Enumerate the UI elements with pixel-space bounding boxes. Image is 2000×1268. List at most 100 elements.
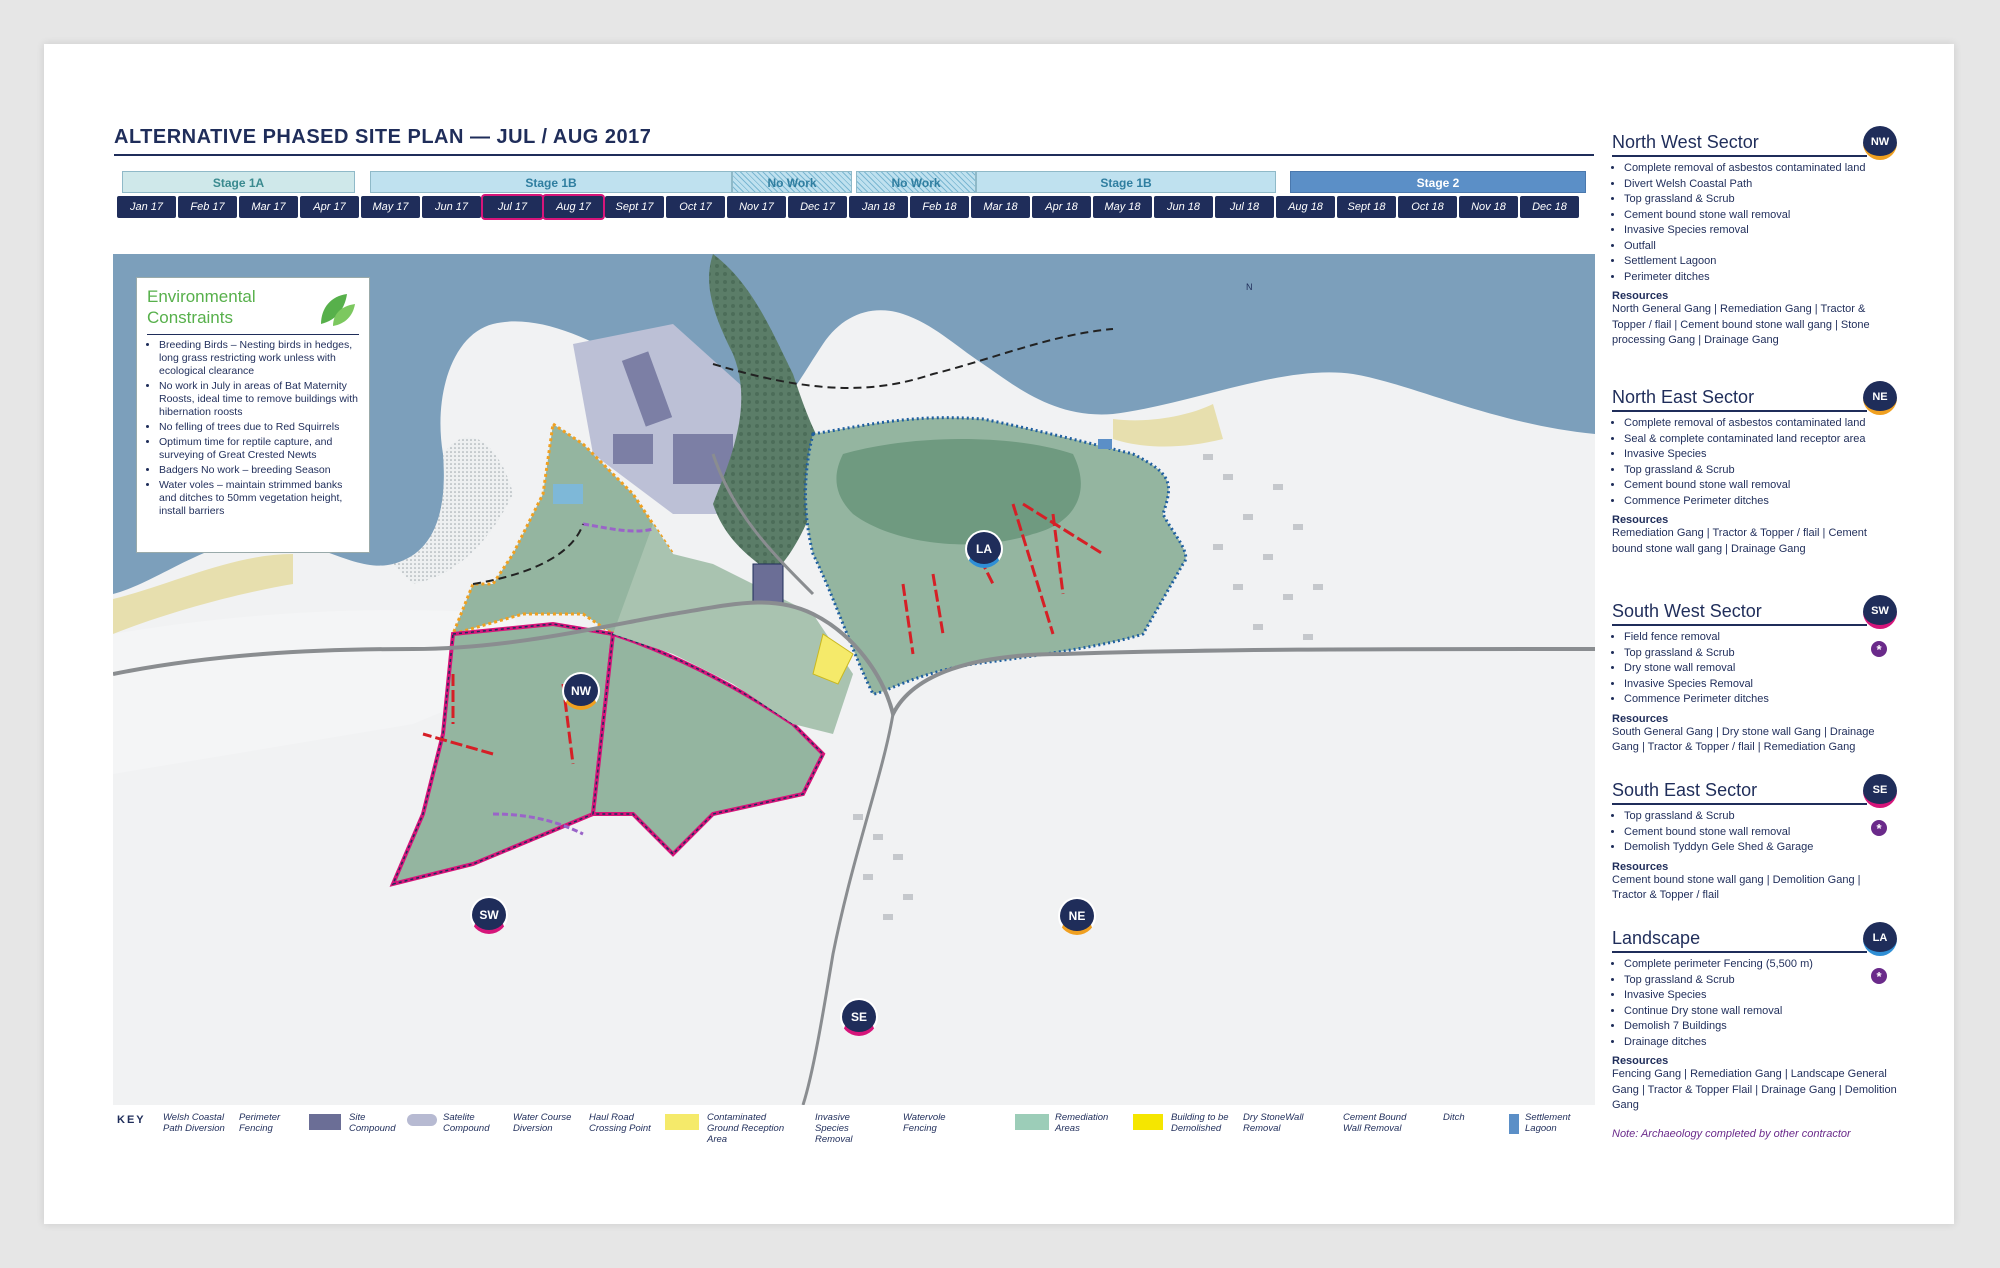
sector-task: Field fence removal [1624, 630, 1897, 646]
sector-badge-sw: SW [1863, 595, 1897, 629]
key-dry-stone-wall: Dry StoneWall Removal [1243, 1112, 1304, 1134]
building-demolish-icon [1133, 1114, 1163, 1130]
sector-divider [1612, 410, 1867, 412]
title-divider [114, 154, 1594, 156]
sector-task: Invasive Species removal [1624, 223, 1897, 239]
key-ditch: Ditch [1443, 1112, 1465, 1123]
sector-task: Complete removal of asbestos contaminate… [1624, 416, 1897, 432]
key-watervole: Watervole Fencing [903, 1112, 946, 1134]
site-compound-icon [309, 1114, 341, 1130]
stage-1b-2018: Stage 1B [976, 171, 1276, 193]
month-cell: Aug 18 [1276, 196, 1335, 218]
sector-task: Commence Perimeter ditches [1624, 494, 1897, 510]
env-item: Breeding Birds – Nesting birds in hedges… [159, 339, 359, 378]
env-title: Environmental Constraints [147, 287, 256, 327]
key-haul-road: Haul Road Crossing Point [589, 1112, 651, 1134]
badge-la[interactable]: LA [965, 530, 1003, 568]
month-cell: Apr 18 [1032, 196, 1091, 218]
sector-task: Invasive Species Removal [1624, 677, 1897, 693]
env-item: Optimum time for reptile capture, and su… [159, 436, 359, 462]
key-cement-bound: Cement Bound Wall Removal [1343, 1112, 1407, 1134]
month-cell: Jan 18 [849, 196, 908, 218]
satellite-compound-icon [407, 1114, 437, 1126]
month-cell: Sept 18 [1337, 196, 1396, 218]
sector-task: Continue Dry stone wall removal [1624, 1004, 1897, 1020]
month-cell: Mar 17 [239, 196, 298, 218]
sector-task-list: Field fence removal Top grassland & Scru… [1612, 630, 1897, 708]
env-item: No felling of trees due to Red Squirrels [159, 421, 359, 434]
env-item: No work in July in areas of Bat Maternit… [159, 380, 359, 419]
key-invasive: Invasive Species Removal [815, 1112, 853, 1145]
month-cell: May 18 [1093, 196, 1152, 218]
key-building-demolished: Building to be Demolished [1171, 1112, 1229, 1134]
sector-task: Demolish 7 Buildings [1624, 1019, 1897, 1035]
sector-task: Top grassland & Scrub [1624, 463, 1897, 479]
key-settlement-lagoon: Settlement Lagoon [1525, 1112, 1571, 1134]
sector-badge-nw: NW [1863, 126, 1897, 160]
env-item: Badgers No work – breeding Season [159, 464, 359, 477]
resources-heading: Resources [1612, 290, 1669, 302]
month-cell: Sept 17 [605, 196, 664, 218]
month-cell-current: Aug 17 [544, 196, 603, 218]
key-site-compound: Site Compound [349, 1112, 396, 1134]
sector-badge-ne: NE [1863, 381, 1897, 415]
month-cell-current: Jul 17 [483, 196, 542, 218]
sector-divider [1612, 951, 1867, 953]
sector-north-west: North West Sector NW Complete removal of… [1612, 126, 1897, 349]
sector-task: Dry stone wall removal [1624, 661, 1897, 677]
site-compound [752, 563, 784, 605]
sector-task: Top grassland & Scrub [1624, 646, 1897, 662]
settlement-lagoon [1098, 439, 1112, 449]
stage-1a: Stage 1A [122, 171, 355, 193]
key-contaminated: Contaminated Ground Reception Area [707, 1112, 785, 1145]
resources-text: South General Gang | Dry stone wall Gang… [1612, 725, 1875, 754]
contaminated-ground-icon [665, 1114, 699, 1130]
environmental-constraints-panel: Environmental Constraints Breeding Birds… [136, 277, 370, 553]
sector-badge-la: LA [1863, 922, 1897, 956]
sector-task: Complete removal of asbestos contaminate… [1624, 161, 1897, 177]
sector-title: South East Sector [1612, 780, 1758, 800]
sector-divider [1612, 803, 1867, 805]
sector-landscape: Landscape LA * Complete perimeter Fencin… [1612, 922, 1897, 1114]
sector-task: Cement bound stone wall removal [1624, 208, 1897, 224]
stage-2: Stage 2 [1290, 171, 1586, 193]
archaeology-asterisk-icon: * [1871, 968, 1887, 984]
sector-task: Invasive Species [1624, 988, 1897, 1004]
env-list: Breeding Birds – Nesting birds in hedges… [147, 339, 359, 518]
sector-task: Divert Welsh Coastal Path [1624, 177, 1897, 193]
sector-task: Top grassland & Scrub [1624, 973, 1897, 989]
sector-task: Commence Perimeter ditches [1624, 692, 1897, 708]
badge-nw[interactable]: NW [562, 672, 600, 710]
resources-heading: Resources [1612, 860, 1669, 873]
north-arrow: N [1246, 282, 1253, 292]
key-coastal-path: Welsh Coastal Path Diversion [163, 1112, 225, 1134]
key-water-course: Water Course Diversion [513, 1112, 572, 1134]
month-cell: Apr 17 [300, 196, 359, 218]
badge-sw[interactable]: SW [470, 896, 508, 934]
sector-south-east: South East Sector SE * Top grassland & S… [1612, 774, 1897, 904]
resources-text: North General Gang | Remediation Gang | … [1612, 303, 1870, 346]
badge-se[interactable]: SE [840, 998, 878, 1036]
sector-badge-se: SE [1863, 774, 1897, 808]
sector-title: Landscape [1612, 928, 1701, 948]
resources-text: Remediation Gang | Tractor & Topper / fl… [1612, 527, 1867, 555]
sector-task-list: Complete perimeter Fencing (5,500 m) Top… [1612, 957, 1897, 1050]
key-satellite-compound: Satelite Compound [443, 1112, 490, 1134]
sector-title: North West Sector [1612, 132, 1759, 152]
sector-task: Settlement Lagoon [1624, 254, 1897, 270]
month-cell: Dec 17 [788, 196, 847, 218]
month-cell: Jun 17 [422, 196, 481, 218]
month-timeline: Jan 17 Feb 17 Mar 17 Apr 17 May 17 Jun 1… [117, 196, 1579, 218]
month-cell: Jan 17 [117, 196, 176, 218]
archaeology-note: Note: Archaeology completed by other con… [1612, 1128, 1851, 1140]
leaf-icon [321, 294, 355, 326]
map-key: KEY Welsh Coastal Path Diversion Perimet… [113, 1110, 1595, 1145]
month-cell: Oct 18 [1398, 196, 1457, 218]
sector-task-list: Top grassland & Scrub Cement bound stone… [1612, 809, 1897, 856]
resources-heading: Resources [1612, 712, 1669, 725]
month-cell: Feb 17 [178, 196, 237, 218]
badge-ne[interactable]: NE [1058, 897, 1096, 935]
settlement-lagoon-icon [1509, 1114, 1519, 1134]
month-cell: Jun 18 [1154, 196, 1213, 218]
sector-task: Demolish Tyddyn Gele Shed & Garage [1624, 840, 1897, 856]
